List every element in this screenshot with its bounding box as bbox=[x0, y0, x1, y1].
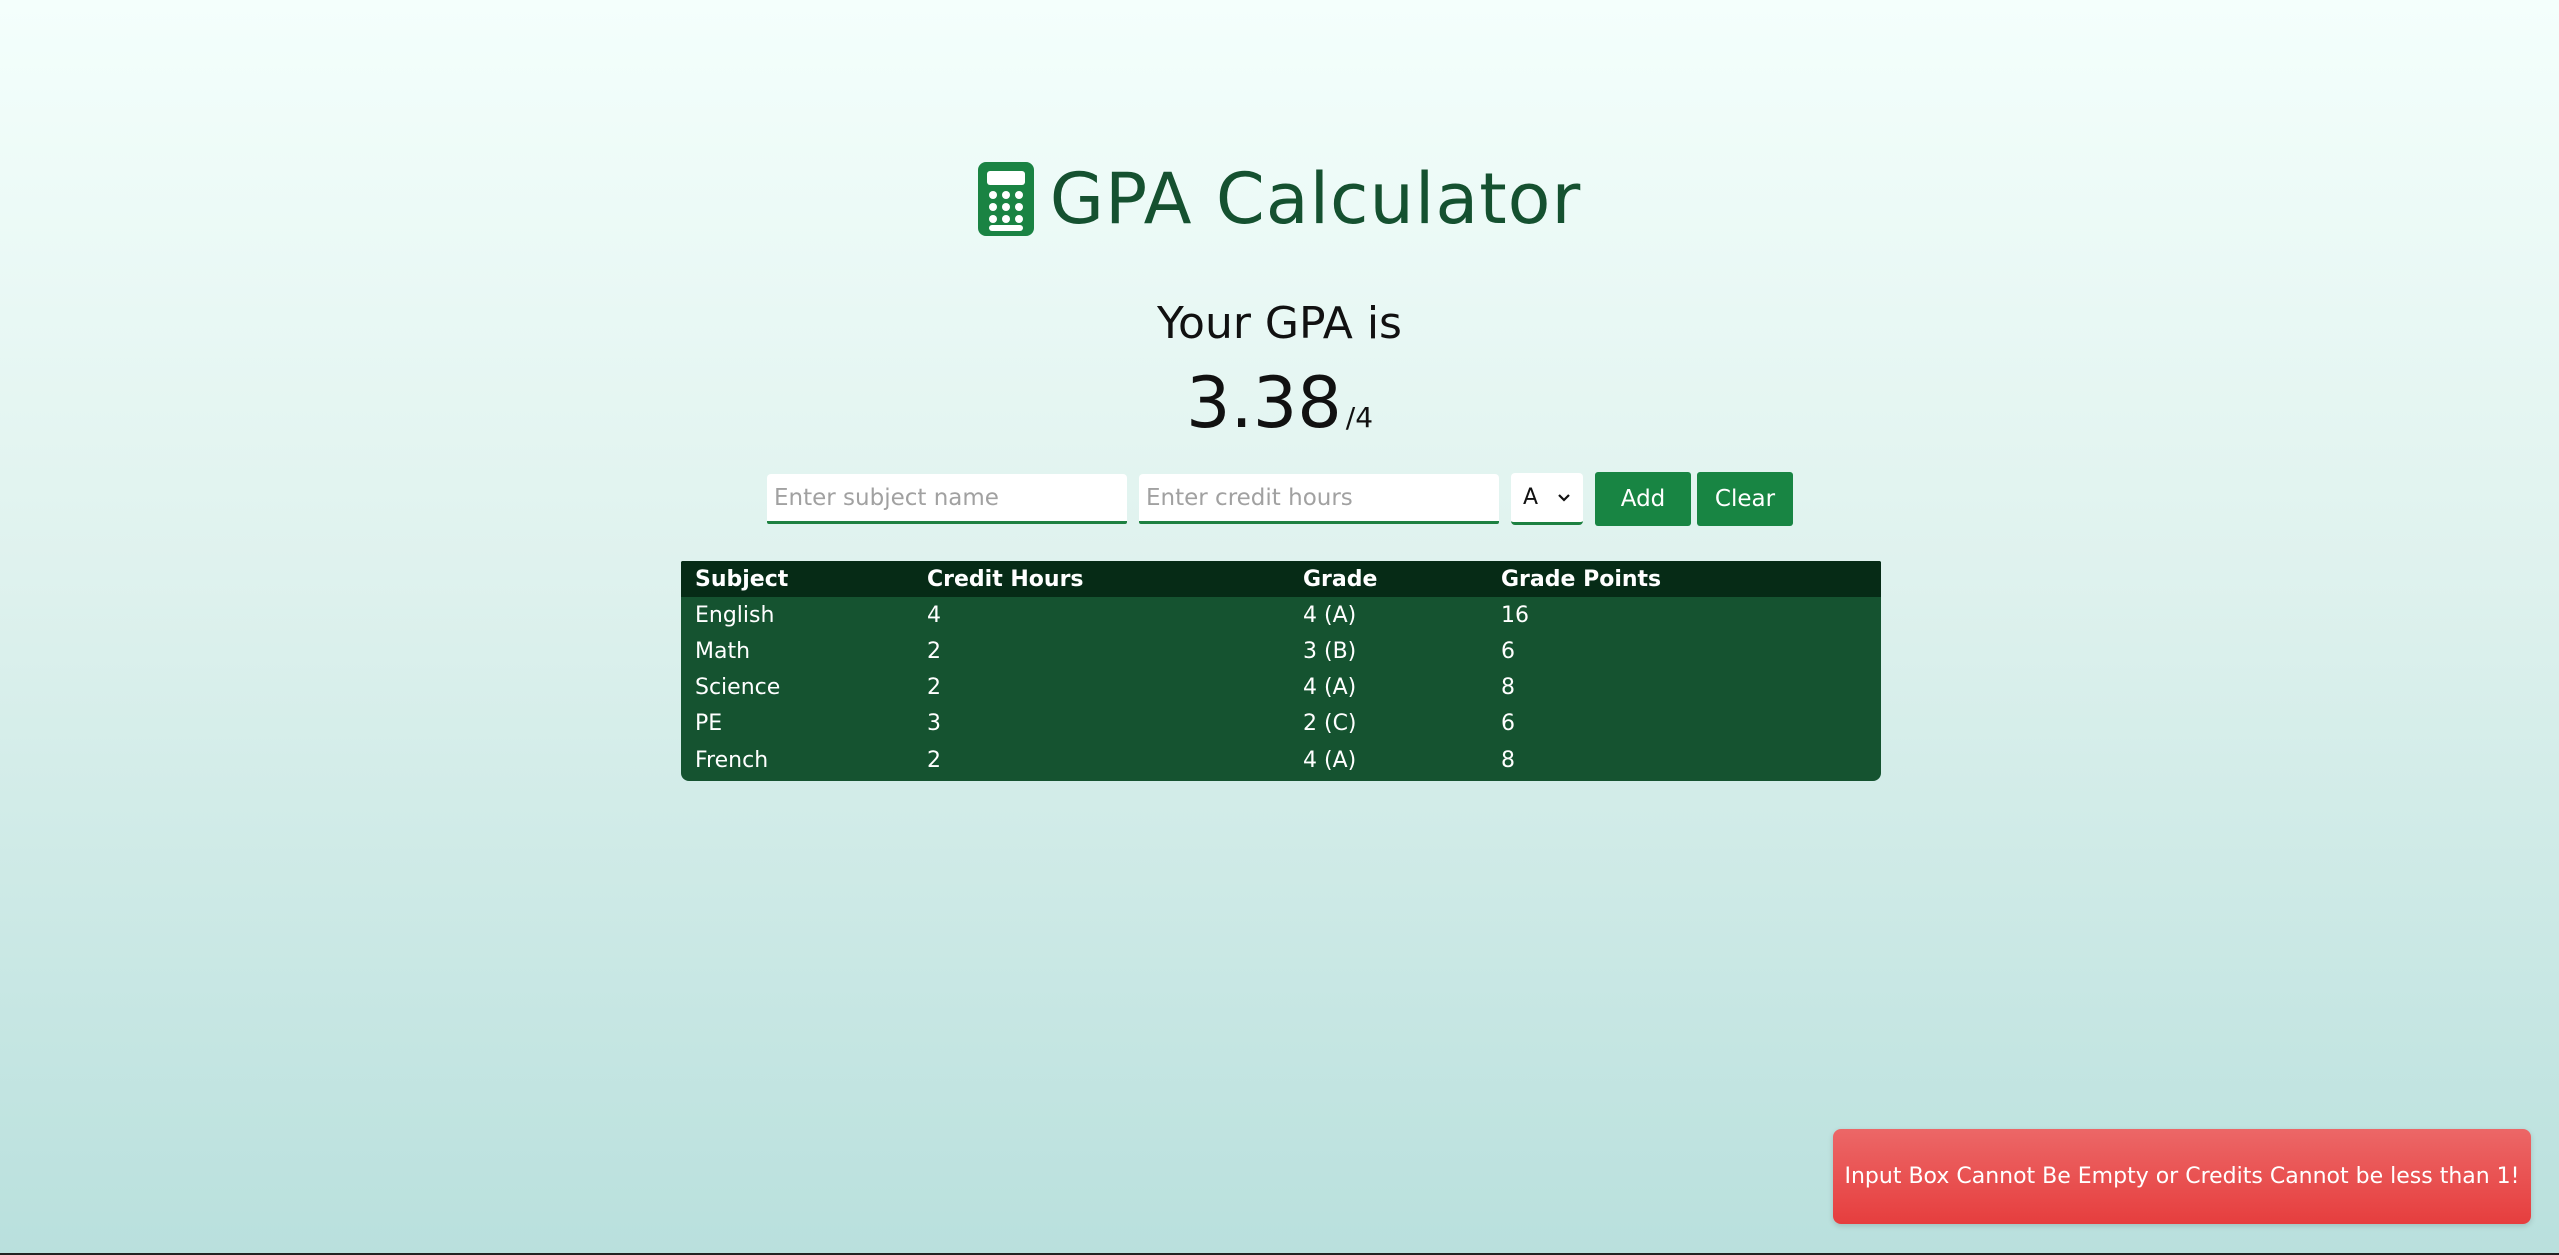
cell-subject: English bbox=[695, 602, 775, 628]
cell-subject: PE bbox=[695, 710, 723, 736]
header-subject: Subject bbox=[695, 566, 789, 592]
entry-form: A Add Clear bbox=[767, 472, 1793, 526]
add-button[interactable]: Add bbox=[1595, 472, 1691, 526]
grade-select[interactable]: A bbox=[1511, 473, 1583, 525]
cell-grade: 3 (B) bbox=[1303, 638, 1357, 664]
cell-grade-points: 8 bbox=[1501, 747, 1515, 773]
cell-grade-points: 6 bbox=[1501, 638, 1515, 664]
gpa-label: Your GPA is bbox=[1157, 298, 1402, 349]
grades-table: Subject Credit Hours Grade Grade Points … bbox=[681, 561, 1881, 781]
grade-select-value: A bbox=[1523, 485, 1539, 510]
cell-credit-hours: 2 bbox=[927, 638, 941, 664]
cell-grade-points: 16 bbox=[1501, 602, 1529, 628]
table-row: Math 2 3 (B) 6 bbox=[681, 633, 1881, 669]
cell-grade: 4 (A) bbox=[1303, 747, 1357, 773]
cell-credit-hours: 4 bbox=[927, 602, 941, 628]
subject-input[interactable] bbox=[767, 474, 1127, 524]
cell-grade: 4 (A) bbox=[1303, 602, 1357, 628]
error-toast[interactable]: Input Box Cannot Be Empty or Credits Can… bbox=[1833, 1129, 2531, 1224]
calculator-icon bbox=[977, 162, 1034, 236]
chevron-down-icon bbox=[1558, 493, 1570, 502]
error-toast-message: Input Box Cannot Be Empty or Credits Can… bbox=[1844, 1164, 2520, 1189]
table-row: English 4 4 (A) 16 bbox=[681, 597, 1881, 633]
table-header-row: Subject Credit Hours Grade Grade Points bbox=[681, 561, 1881, 597]
gpa-value: 3.38 bbox=[1185, 362, 1342, 444]
gpa-max: /4 bbox=[1345, 401, 1374, 434]
page-title: GPA Calculator bbox=[1049, 158, 1582, 240]
cell-grade-points: 6 bbox=[1501, 710, 1515, 736]
cell-grade-points: 8 bbox=[1501, 674, 1515, 700]
header-credit-hours: Credit Hours bbox=[927, 566, 1084, 592]
cell-credit-hours: 2 bbox=[927, 674, 941, 700]
cell-subject: French bbox=[695, 747, 769, 773]
cell-grade: 4 (A) bbox=[1303, 674, 1357, 700]
cell-subject: Science bbox=[695, 674, 781, 700]
gpa-result: 3.38 /4 bbox=[0, 362, 2559, 444]
page-header: GPA Calculator bbox=[0, 162, 2559, 236]
credit-hours-input[interactable] bbox=[1139, 474, 1499, 524]
cell-grade: 2 (C) bbox=[1303, 710, 1357, 736]
header-grade-points: Grade Points bbox=[1501, 566, 1662, 592]
header-grade: Grade bbox=[1303, 566, 1378, 592]
cell-credit-hours: 3 bbox=[927, 710, 941, 736]
table-row: Science 2 4 (A) 8 bbox=[681, 669, 1881, 705]
table-row: French 2 4 (A) 8 bbox=[681, 741, 1881, 781]
clear-button[interactable]: Clear bbox=[1697, 472, 1793, 526]
table-row: PE 3 2 (C) 6 bbox=[681, 705, 1881, 741]
cell-subject: Math bbox=[695, 638, 751, 664]
cell-credit-hours: 2 bbox=[927, 747, 941, 773]
